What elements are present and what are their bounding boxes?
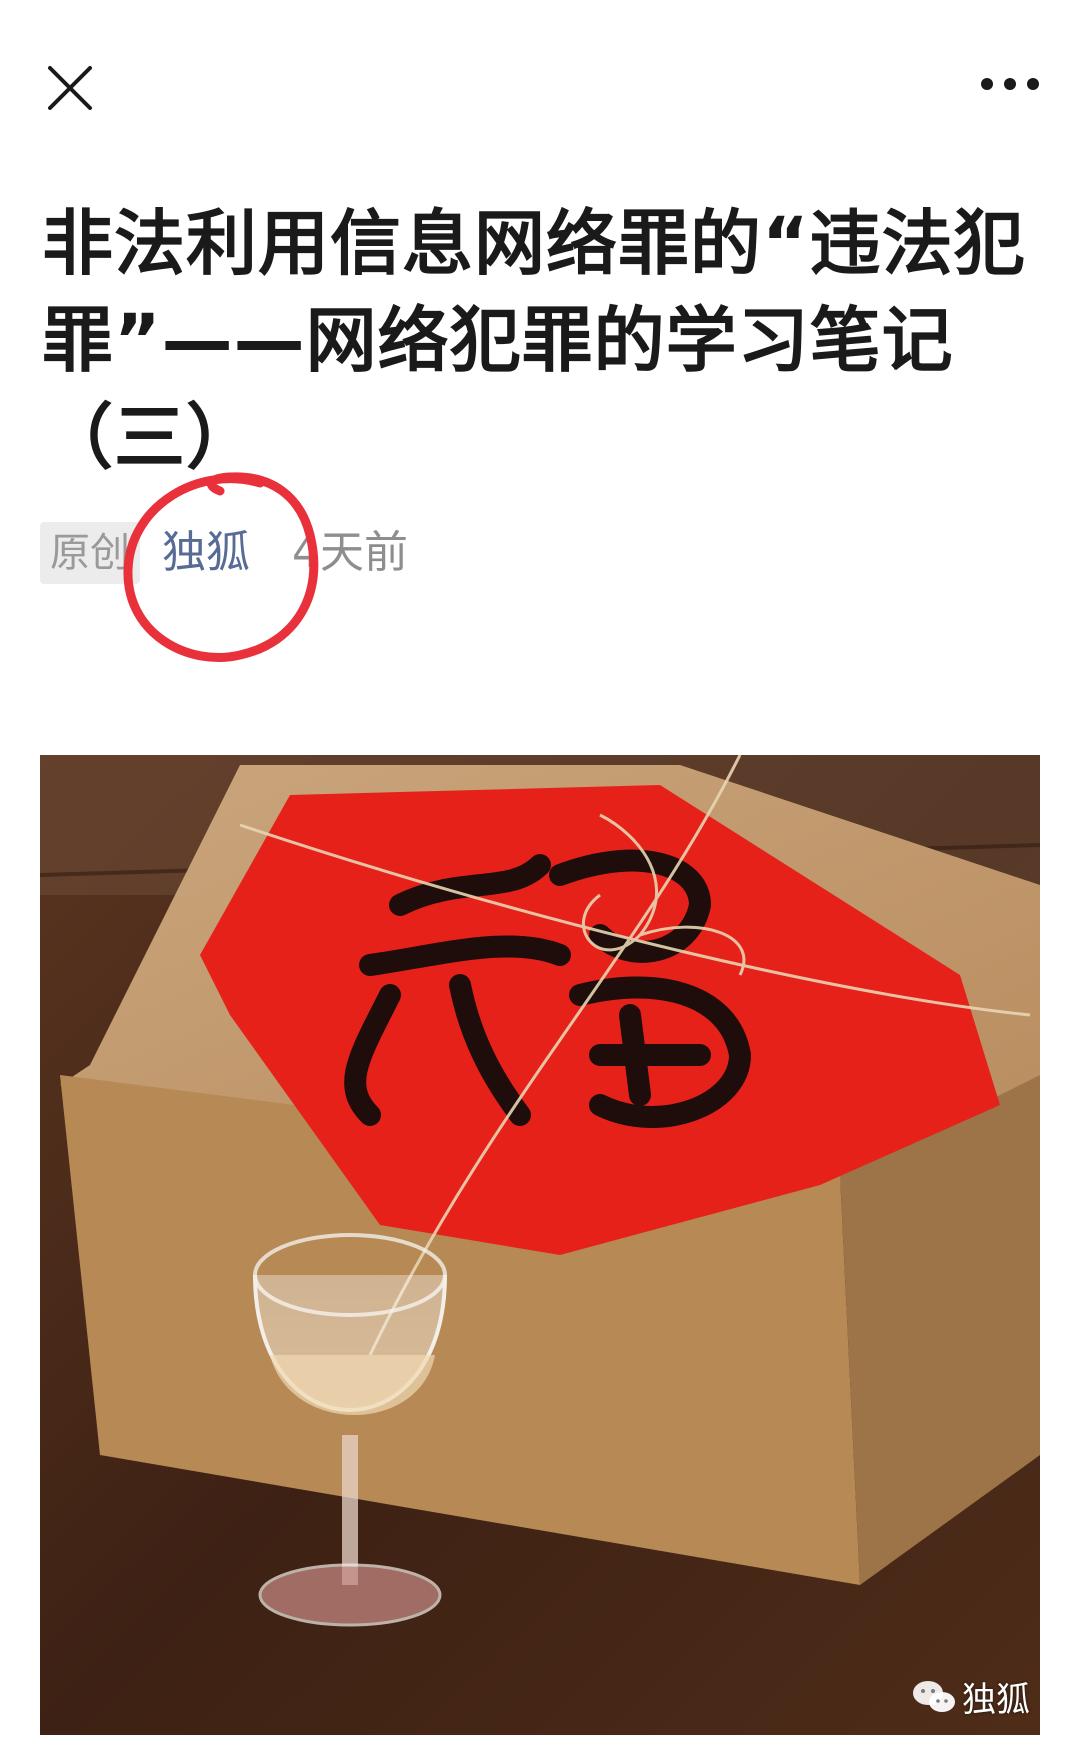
original-badge: 原创 [40, 522, 140, 584]
more-dots-icon[interactable] [975, 64, 1045, 104]
wechat-icon [913, 1680, 955, 1712]
box-photo-illustration [40, 755, 1040, 1735]
close-icon[interactable] [40, 58, 100, 118]
article-title: 非法利用信息网络罪的“违法犯罪”——网络犯罪的学习笔记（三） [42, 202, 1026, 479]
author-link[interactable]: 独狐 [162, 522, 250, 584]
article-meta: 原创 独狐 4天前 [40, 522, 1040, 586]
top-bar [0, 0, 1080, 170]
article-image[interactable]: 独狐 [40, 755, 1040, 1735]
image-watermark: 独狐 [912, 1672, 1030, 1721]
publish-time: 4天前 [292, 527, 408, 578]
watermark-text: 独狐 [962, 1680, 1030, 1720]
